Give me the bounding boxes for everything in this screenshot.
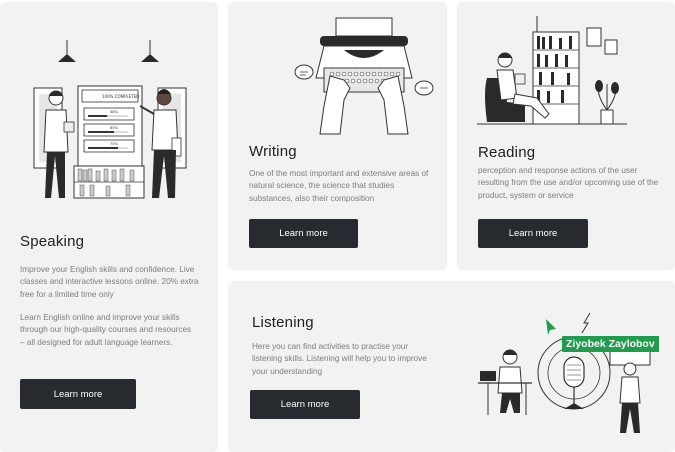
- reading-description: perception and response actions of the u…: [478, 166, 659, 200]
- speaking-illustration: 100% COMPLETED 48% 65% 75%: [33, 40, 187, 199]
- listening-learn-more-button[interactable]: Learn more: [250, 390, 360, 419]
- listening-description: Here you can find activities to practise…: [252, 342, 427, 376]
- writing-description: One of the most important and extensive …: [249, 169, 429, 203]
- writing-title: Writing: [249, 143, 297, 160]
- writing-card: Writing One of the most important and ex…: [228, 2, 447, 270]
- writing-learn-more-button[interactable]: Learn more: [249, 219, 358, 248]
- speaking-description-2: Learn English online and improve your sk…: [20, 313, 192, 347]
- progress-row-2: 48%: [83, 107, 135, 121]
- listening-card: Listening Here you can find activities t…: [228, 281, 675, 452]
- speaking-learn-more-button[interactable]: Learn more: [20, 379, 136, 409]
- reading-learn-more-button[interactable]: Learn more: [478, 219, 588, 248]
- progress-label-4: 75%: [110, 142, 119, 146]
- reading-illustration: [477, 16, 627, 125]
- progress-label-1: 100% COMPLETED: [102, 94, 139, 99]
- reading-title: Reading: [478, 144, 536, 161]
- progress-label-3: 65%: [110, 126, 119, 130]
- speaking-title: Speaking: [20, 233, 85, 250]
- listening-title: Listening: [252, 314, 314, 331]
- collaborator-cursor-label: Ziyobek Zaylobov: [562, 336, 659, 352]
- progress-row-3: 65%: [83, 123, 135, 137]
- progress-row-1: 100% COMPLETED: [81, 89, 139, 103]
- writing-illustration: [294, 17, 434, 135]
- reading-card: Reading perception and response actions …: [457, 2, 675, 270]
- progress-row-4: 75%: [83, 139, 135, 153]
- progress-label-2: 48%: [110, 110, 119, 114]
- speaking-card: 100% COMPLETED 48% 65% 75% Speaking Impr…: [0, 2, 218, 452]
- speaking-description-1: Improve your English skills and confiden…: [20, 265, 199, 299]
- listening-illustration: [478, 312, 651, 433]
- cursor-arrow-icon: [546, 319, 556, 335]
